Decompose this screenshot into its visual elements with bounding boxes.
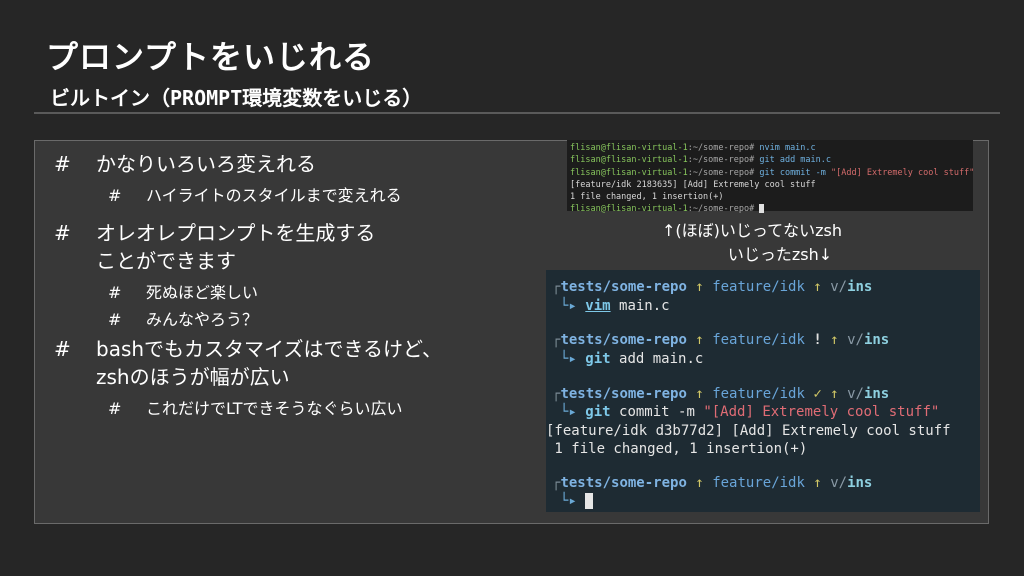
cursor <box>585 493 594 509</box>
slide-title: プロンプトをいじれる <box>46 38 376 76</box>
bullet-mark: # <box>108 310 122 329</box>
bullet-text: 死ぬほど楽しい <box>146 283 259 302</box>
bullet-text: かなりいろいろ変えれる <box>96 152 316 176</box>
sub-bullet-item: # 死ぬほど楽しい <box>54 281 504 305</box>
bullet-item: # オレオレプロンプトを生成する ことができます <box>54 219 504 275</box>
sub-bullet-item: # これだけでLTできそうなぐらい広い <box>54 397 504 421</box>
command-line: └▸ git add main.c <box>560 351 704 367</box>
divider <box>34 112 1000 114</box>
bullet-mark: # <box>108 186 122 205</box>
bullet-item: # かなりいろいろ変えれる <box>54 150 504 178</box>
command-line: └▸ <box>560 493 594 509</box>
bullet-text: オレオレプロンプトを生成する <box>96 221 376 245</box>
bullet-mark: # <box>108 399 122 418</box>
bullet-mark: # <box>54 221 71 245</box>
terminal-line: flisan@flisan-virtual-1:~/some-repo# git… <box>570 167 975 178</box>
bullet-text: ハイライトのスタイルまで変えれる <box>146 186 402 205</box>
terminal-line: flisan@flisan-virtual-1:~/some-repo# nvi… <box>570 143 816 153</box>
prompt-line: ┌tests/some-repo ↑ feature/idk ↑ v/ins <box>552 475 873 491</box>
caption-custom-zsh: いじったzsh↓ <box>727 245 833 264</box>
command-line: └▸ vim main.c <box>560 298 670 314</box>
bullet-mark: # <box>54 337 71 361</box>
sub-bullet-item: # ハイライトのスタイルまで変えれる <box>54 184 504 208</box>
command-line: └▸ git commit -m "[Add] Extremely cool s… <box>560 404 940 420</box>
terminal-line: flisan@flisan-virtual-1:~/some-repo# <box>570 203 973 215</box>
prompt-line: ┌tests/some-repo ↑ feature/idk ✓ ↑ v/ins <box>552 386 890 402</box>
terminal-output: [feature/idk 2183635] [Add] Extremely co… <box>570 179 816 190</box>
bullet-mark: # <box>54 152 71 176</box>
bullet-text: これだけでLTできそうなぐらい広い <box>146 399 403 418</box>
terminal-output: 1 file changed, 1 insertion(+) <box>570 192 724 203</box>
terminal-output: [feature/idk d3b77d2] [Add] Extremely co… <box>546 423 951 439</box>
terminal-output: 1 file changed, 1 insertion(+) <box>546 441 808 457</box>
bullet-text: bashでもカスタマイズはできるけど、 <box>96 337 443 361</box>
prompt-line: ┌tests/some-repo ↑ feature/idk ↑ v/ins <box>552 279 873 295</box>
bullet-mark: # <box>108 283 122 302</box>
prompt-line: ┌tests/some-repo ↑ feature/idk ! ↑ v/ins <box>552 332 890 348</box>
bullet-item: # bashでもカスタマイズはできるけど、 zshのほうが幅が広い <box>54 335 504 391</box>
bullet-text: みんなやろう？ <box>146 310 259 329</box>
terminal-line: flisan@flisan-virtual-1:~/some-repo# git… <box>570 155 832 166</box>
bullet-list: # かなりいろいろ変えれる # ハイライトのスタイルまで変えれる # オレオレプロンプ… <box>54 150 504 424</box>
slide-subtitle: ビルトイン（PROMPT環境変数をいじる） <box>50 86 423 110</box>
bullet-text-cont: zshのほうが幅が広い <box>96 365 290 389</box>
plain-zsh-screenshot: flisan@flisan-virtual-1:~/some-repo# nvi… <box>567 140 975 214</box>
caption-plain-zsh: ↑(ほぼ)いじってないzsh <box>662 221 842 240</box>
sub-bullet-item: # みんなやろう？ <box>54 308 504 332</box>
cursor <box>759 204 765 214</box>
custom-zsh-screenshot: ┌tests/some-repo ↑ feature/idk ↑ v/ins └… <box>546 270 980 512</box>
bullet-text-cont: ことができます <box>96 249 236 273</box>
